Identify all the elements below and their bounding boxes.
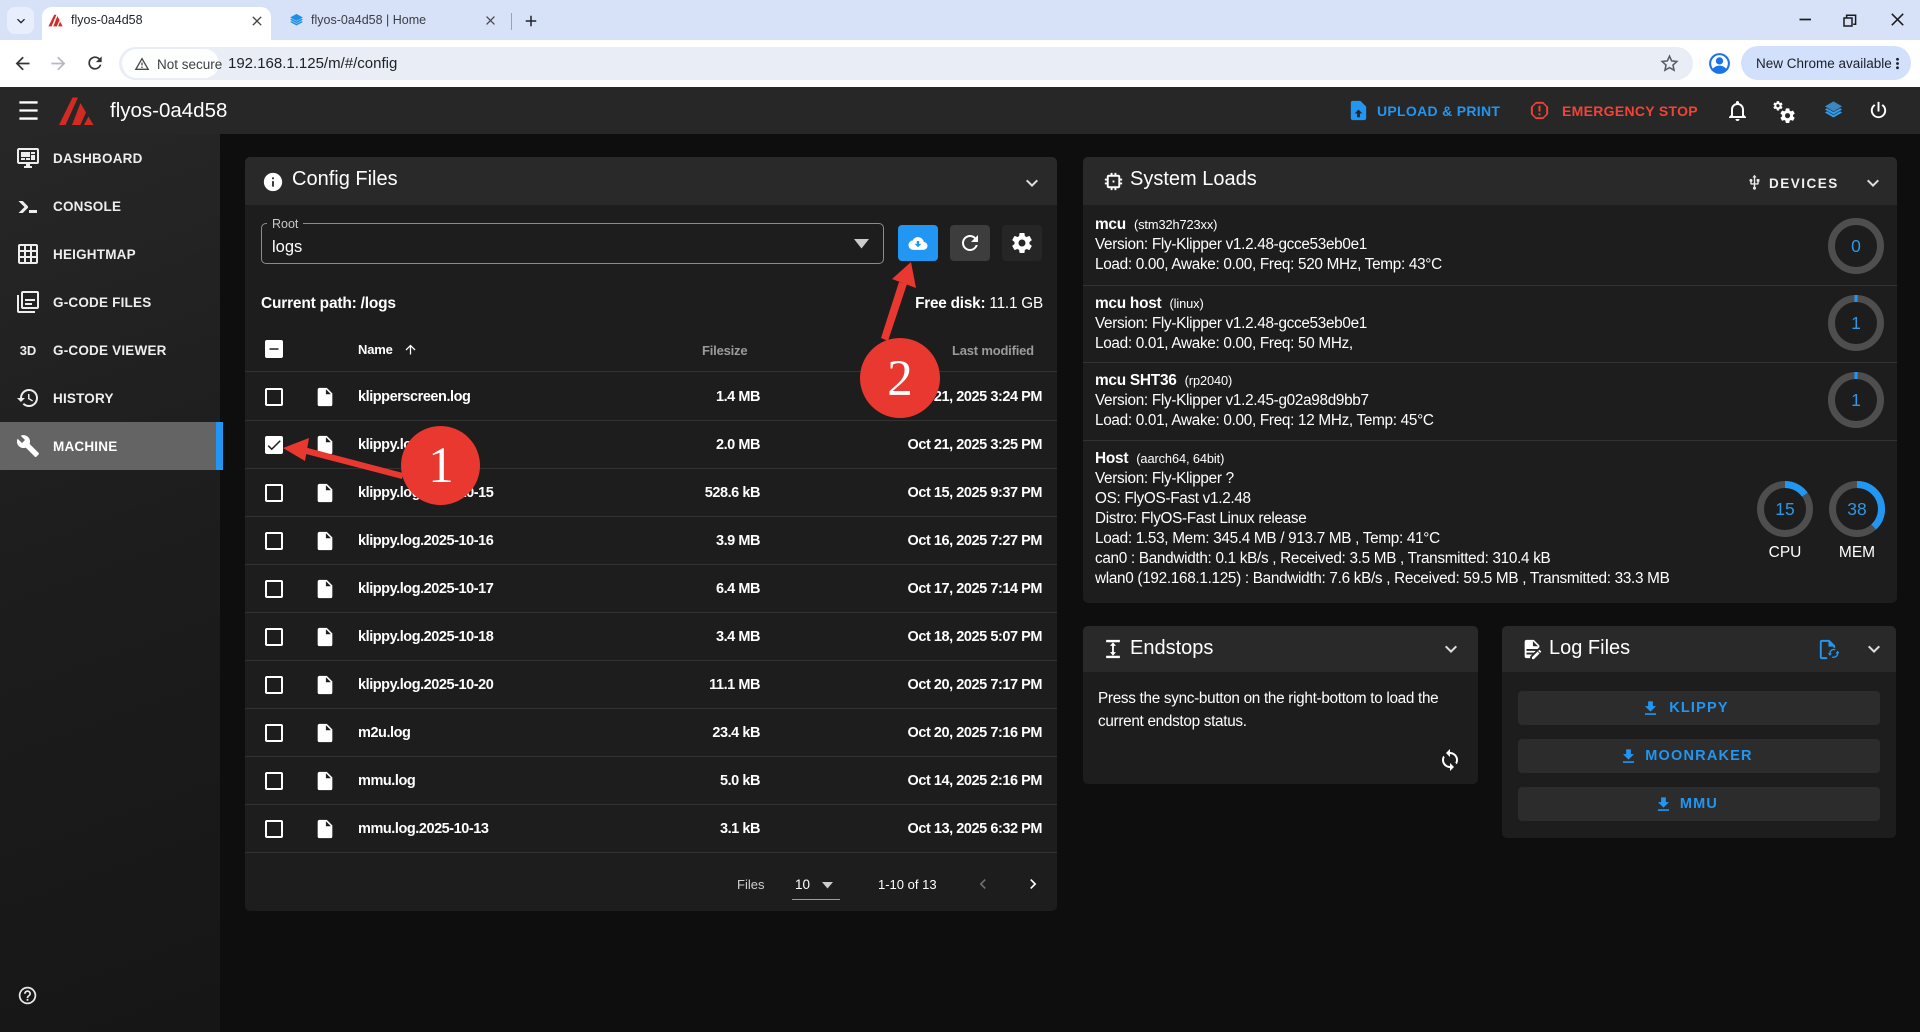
svg-text:2: 2 <box>887 351 913 407</box>
svg-text:1: 1 <box>428 438 454 494</box>
